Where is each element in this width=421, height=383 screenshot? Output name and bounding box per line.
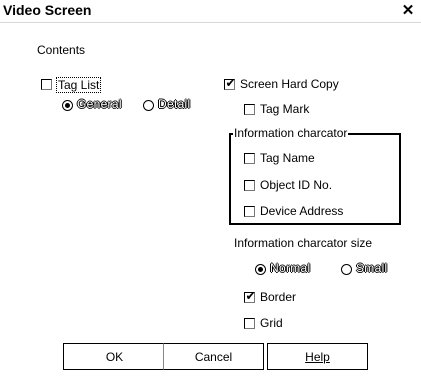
tag-mark-label: Tag Mark <box>260 102 310 116</box>
grid-checkbox[interactable] <box>244 318 255 329</box>
small-radio[interactable] <box>341 264 352 275</box>
device-address-checkbox[interactable] <box>244 206 255 217</box>
video-screen-dialog: Video Screen ✕ Contents Tag List General… <box>0 0 421 383</box>
help-button[interactable]: Help <box>267 343 368 370</box>
title-bar: Video Screen ✕ <box>0 0 421 23</box>
cancel-button[interactable]: Cancel <box>163 343 264 370</box>
tag-name-checkbox[interactable] <box>244 153 255 164</box>
tag-mark-checkbox[interactable] <box>244 104 255 115</box>
screen-hard-copy-label: Screen Hard Copy <box>240 77 339 91</box>
object-id-label: Object ID No. <box>260 178 333 192</box>
contents-label: Contents <box>37 43 86 57</box>
cancel-button-label: Cancel <box>194 349 233 364</box>
check-icon: ✔ <box>225 76 236 90</box>
window-title: Video Screen <box>3 2 92 18</box>
device-address-label: Device Address <box>260 204 344 218</box>
general-radio[interactable] <box>62 100 73 111</box>
help-button-label: Help <box>305 349 330 364</box>
information-charcator-group-title: Information charcator <box>233 126 349 140</box>
close-icon[interactable]: ✕ <box>400 3 416 19</box>
detail-radio-label: Detail <box>158 97 191 111</box>
object-id-checkbox[interactable] <box>244 180 255 191</box>
detail-radio[interactable] <box>143 100 154 111</box>
tag-name-label: Tag Name <box>260 151 315 165</box>
normal-radio-label: Normal <box>270 261 311 275</box>
tag-list-label[interactable]: Tag List <box>56 77 102 93</box>
border-checkbox[interactable]: ✔ <box>244 289 256 303</box>
information-charcator-size-label: Information charcator size <box>234 236 373 250</box>
screen-hard-copy-checkbox[interactable]: ✔ <box>224 76 236 90</box>
ok-button[interactable]: OK <box>63 343 166 370</box>
check-icon: ✔ <box>245 289 256 303</box>
small-radio-label: Small <box>356 261 388 275</box>
normal-radio[interactable] <box>255 264 266 275</box>
ok-button-label: OK <box>105 349 124 364</box>
tag-list-checkbox[interactable] <box>41 79 52 90</box>
general-radio-label: General <box>77 97 122 111</box>
border-label: Border <box>260 290 297 304</box>
grid-label: Grid <box>260 316 283 330</box>
